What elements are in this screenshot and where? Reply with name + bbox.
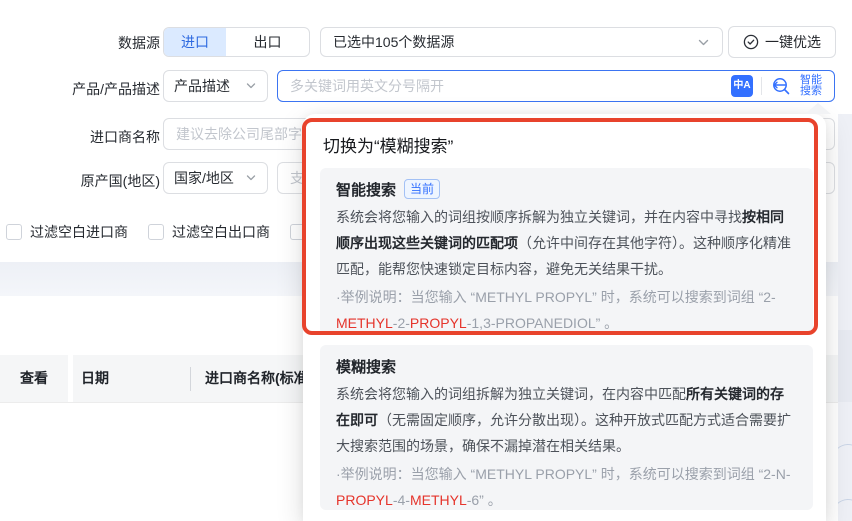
popover-title[interactable]: 切换为“模糊搜索” xyxy=(323,132,453,157)
filter-blank-exporter-checkbox[interactable]: 过滤空白出口商 xyxy=(148,221,270,243)
trade-search-page: 数据源 进口 出口 已选中105个数据源 一键优选 产品/产品描述 产品描述 多… xyxy=(0,0,852,521)
translate-icon[interactable]: 中A xyxy=(731,75,753,97)
product-keyword-placeholder: 多关键词用英文分号隔开 xyxy=(290,78,444,94)
strip-band xyxy=(838,330,852,402)
one-click-optimize-label: 一键优选 xyxy=(765,34,821,50)
product-keyword-input[interactable]: 多关键词用英文分号隔开 中A 智能 搜索 xyxy=(277,70,835,102)
origin-type-value: 国家/地区 xyxy=(174,170,234,186)
product-type-select[interactable]: 产品描述 xyxy=(163,70,268,102)
section-example: ·举例说明：当您输入 “METHYL PROPYL” 时，系统可以搜索到词组 “… xyxy=(336,289,776,331)
tab-export[interactable]: 出口 xyxy=(226,28,309,56)
checkbox-icon[interactable] xyxy=(6,224,22,240)
section-body: 系统会将您输入的词组按顺序拆解为独立关键词，并在内容中寻找按相同顺序出现这些关键… xyxy=(336,209,791,277)
column-divider xyxy=(190,367,191,391)
checkbox-label: 过滤空白出口商 xyxy=(172,224,270,240)
popover-arrow xyxy=(805,103,831,114)
section-heading: 模糊搜索 xyxy=(336,358,397,376)
checkbox-label: 过滤空白进口商 xyxy=(30,224,128,240)
product-type-value: 产品描述 xyxy=(174,78,230,94)
datasource-select-value: 已选中105个数据源 xyxy=(333,34,455,50)
datasource-select[interactable]: 已选中105个数据源 xyxy=(320,27,723,57)
import-export-segmented-control: 进口 出口 xyxy=(163,27,310,57)
column-header-view[interactable]: 查看 xyxy=(0,355,68,402)
section-body: 系统会将您输入的词组拆解为独立关键词，在内容中匹配所有关键词的存在即可（无需固定… xyxy=(336,386,791,454)
datasource-label: 数据源 xyxy=(118,35,160,51)
background-page-strip xyxy=(838,114,852,521)
section-heading: 智能搜索 xyxy=(336,181,397,199)
column-header-date[interactable]: 日期 xyxy=(81,355,109,402)
divider xyxy=(761,77,762,95)
product-label: 产品/产品描述 xyxy=(72,81,160,97)
chevron-down-icon xyxy=(698,39,709,45)
column-gap xyxy=(68,355,73,402)
origin-type-select[interactable]: 国家/地区 xyxy=(163,162,268,194)
decor-arc xyxy=(838,438,852,482)
filter-blank-importer-checkbox[interactable]: 过滤空白进口商 xyxy=(6,221,128,243)
check-circle-icon xyxy=(743,34,759,50)
smart-search-section: 智能搜索 当前 系统会将您输入的词组按顺序拆解为独立关键词，并在内容中寻找按相同… xyxy=(320,168,813,335)
chevron-down-icon xyxy=(246,175,256,181)
smart-search-icon[interactable] xyxy=(770,75,792,97)
tab-import[interactable]: 进口 xyxy=(164,28,226,56)
one-click-optimize-button[interactable]: 一键优选 xyxy=(728,26,836,58)
importer-label: 进口商名称 xyxy=(90,129,160,145)
origin-label: 原产国(地区) xyxy=(80,173,160,189)
smart-search-toggle[interactable]: 智能 搜索 xyxy=(800,75,822,97)
chevron-down-icon xyxy=(246,83,256,89)
current-badge: 当前 xyxy=(404,179,441,199)
checkbox-icon[interactable] xyxy=(148,224,164,240)
decor-arc xyxy=(838,493,852,521)
fuzzy-search-section: 模糊搜索 系统会将您输入的词组拆解为独立关键词，在内容中匹配所有关键词的存在即可… xyxy=(320,345,813,510)
search-mode-popover: 切换为“模糊搜索” 智能搜索 当前 系统会将您输入的词组按顺序拆解为独立关键词，… xyxy=(302,103,831,521)
section-example: ·举例说明：当您输入 “METHYL PROPYL” 时，系统可以搜索到词组 “… xyxy=(336,466,791,508)
